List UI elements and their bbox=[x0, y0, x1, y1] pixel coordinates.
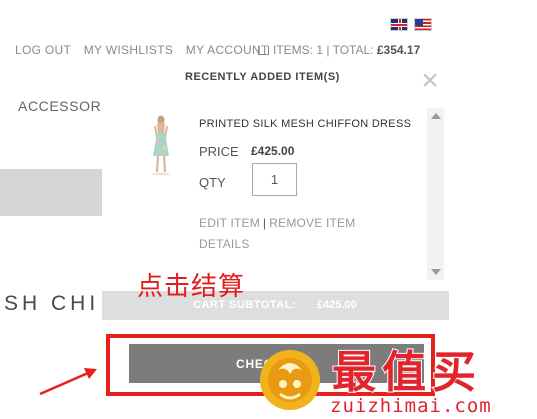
cart-item: PRINTED SILK MESH CHIFFON DRESS PRICE £4… bbox=[137, 106, 429, 282]
top-navigation: LOG OUT MY WISHLISTS MY ACCOUNT bbox=[15, 43, 278, 57]
price-value: £425.00 bbox=[251, 144, 295, 158]
details-link[interactable]: DETAILS bbox=[199, 237, 250, 251]
my-account-link[interactable]: MY ACCOUNT bbox=[186, 43, 269, 57]
background-product-title: SH CHI bbox=[4, 292, 100, 315]
nav-category-accessories[interactable]: ACCESSORI bbox=[18, 98, 106, 114]
logout-link[interactable]: LOG OUT bbox=[15, 43, 71, 57]
edit-item-link[interactable]: EDIT ITEM bbox=[199, 216, 260, 230]
watermark-text: 最值买 bbox=[331, 346, 482, 399]
popup-heading: RECENTLY ADDED ITEM(S) bbox=[185, 71, 340, 83]
watermark-url: zuizhimai.com bbox=[330, 395, 492, 417]
qty-input[interactable] bbox=[252, 163, 297, 196]
product-thumbnail[interactable] bbox=[147, 114, 175, 176]
link-separator: | bbox=[262, 216, 267, 230]
my-wishlists-link[interactable]: MY WISHLISTS bbox=[84, 43, 173, 57]
qty-label: QTY bbox=[199, 175, 226, 190]
remove-item-link[interactable]: REMOVE ITEM bbox=[269, 216, 355, 230]
watermark-logo-icon bbox=[260, 350, 320, 410]
background-block bbox=[0, 169, 102, 216]
us-flag-icon[interactable] bbox=[414, 18, 432, 31]
cart-separator: | bbox=[326, 43, 330, 57]
cart-icon bbox=[258, 46, 269, 55]
close-icon[interactable]: × bbox=[417, 66, 443, 96]
price-label: PRICE bbox=[199, 144, 239, 159]
subtotal-value: £425.00 bbox=[317, 299, 357, 311]
scroll-up-icon[interactable] bbox=[431, 113, 441, 119]
cart-total-value: £354.17 bbox=[376, 43, 421, 57]
item-actions: EDIT ITEM | REMOVE ITEM DETAILS bbox=[199, 213, 374, 255]
scroll-down-icon[interactable] bbox=[431, 269, 441, 275]
cart-items-count: ITEMS: 1 bbox=[273, 43, 324, 57]
language-flags bbox=[390, 18, 432, 31]
uk-flag-icon[interactable] bbox=[390, 18, 408, 31]
cart-total-label: TOTAL: bbox=[332, 43, 374, 57]
mini-cart-summary[interactable]: ITEMS: 1 | TOTAL: £354.17 bbox=[258, 43, 420, 57]
item-name-link[interactable]: PRINTED SILK MESH CHIFFON DRESS bbox=[199, 118, 411, 130]
annotation-click-checkout: 点击结算 bbox=[137, 272, 246, 302]
popup-scrollbar[interactable] bbox=[427, 108, 444, 280]
